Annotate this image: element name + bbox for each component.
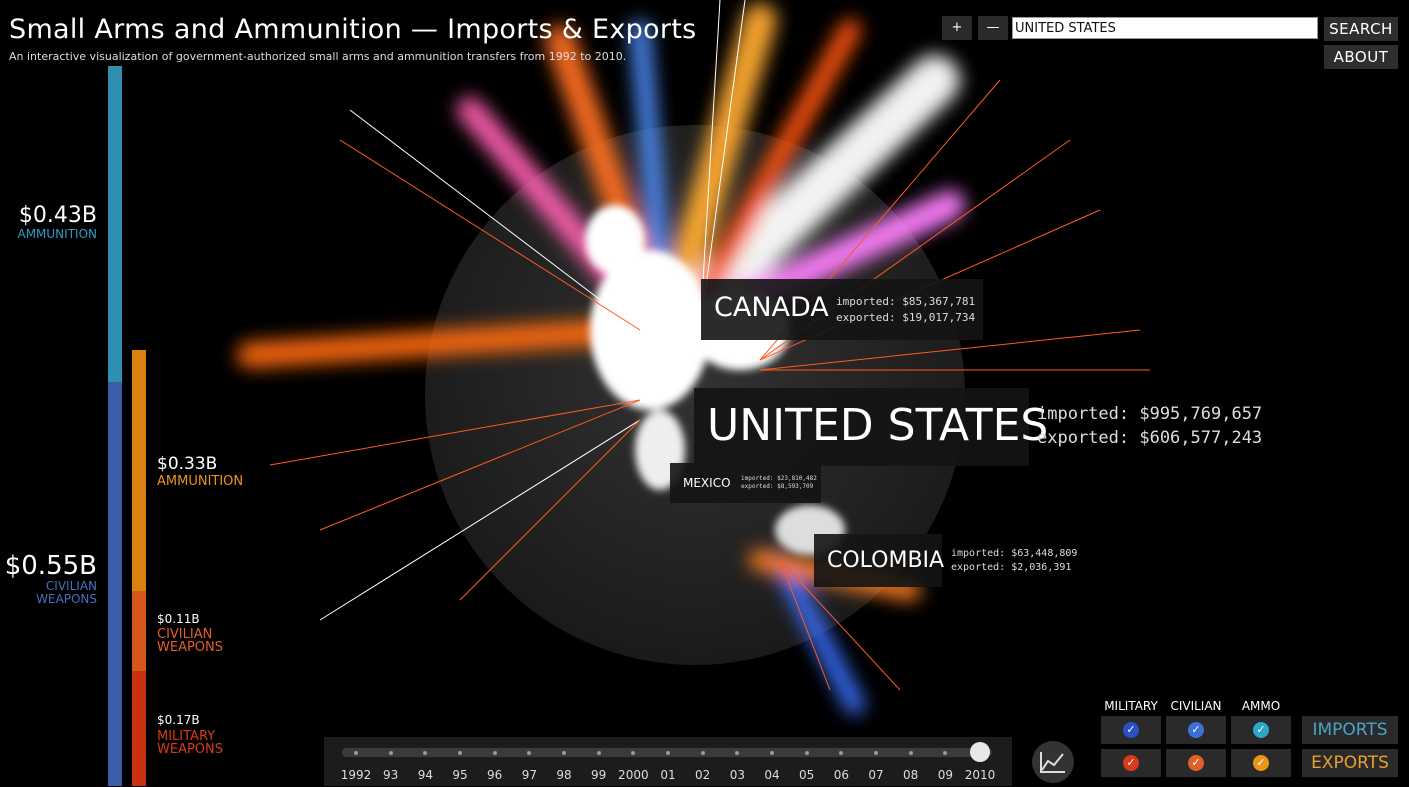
timeline-year-label[interactable]: 08 [903,768,918,782]
timeline-year-label[interactable]: 93 [383,768,398,782]
colombia-imported: imported: $63,448,809 [951,548,1078,559]
colombia-exported: exported: $2,036,391 [951,562,1072,573]
timeline-year-label[interactable]: 03 [730,768,745,782]
check-icon: ✓ [1123,722,1139,738]
country-label-canada[interactable]: CANADA imported: $85,367,781 exported: $… [701,279,983,340]
country-exported: exported: $8,593,709 [741,483,814,490]
filter-exports-civilian[interactable]: ✓ [1166,749,1226,777]
timeline-tick[interactable] [354,751,358,755]
zoom-out-button[interactable]: — [978,16,1008,40]
exports-civilian-value: $0.11B [157,612,200,626]
timeline-tick[interactable] [562,751,566,755]
imports-civilian-bar[interactable] [108,382,122,786]
country-name: UNITED STATES [707,400,1049,451]
zoom-in-button[interactable]: + [942,16,972,40]
imports-civilian-value: $0.55B [4,551,97,581]
country-name: COLOMBIA [827,548,945,573]
country-name: CANADA [714,292,829,323]
imports-button[interactable]: IMPORTS [1302,716,1398,744]
check-icon: ✓ [1188,722,1204,738]
timeline-year-label[interactable]: 06 [834,768,849,782]
timeline-tick[interactable] [666,751,670,755]
about-button[interactable]: ABOUT [1324,45,1398,69]
filter-col-ammo: AMMO [1241,699,1281,713]
country-label-united-states[interactable]: UNITED STATES [694,388,1048,466]
country-imported: imported: $23,810,482 [741,475,817,482]
chart-toggle-button[interactable] [1032,741,1074,783]
timeline-year-label[interactable]: 94 [418,768,433,782]
imports-ammunition-bar[interactable] [108,66,122,382]
timeline-year-label[interactable]: 02 [695,768,710,782]
timeline-year-label[interactable]: 98 [556,768,571,782]
exports-military-label-2: WEAPONS [157,742,224,757]
timeline-tick[interactable] [908,751,913,755]
exports-civilian-label-2: WEAPONS [157,640,224,655]
filter-imports-civilian[interactable]: ✓ [1166,716,1226,744]
timeline-year-label[interactable]: 95 [452,768,467,782]
check-icon: ✓ [1253,722,1269,738]
timeline-tick[interactable] [874,751,878,755]
timeline-year-label[interactable]: 09 [938,768,953,782]
check-icon: ✓ [1188,755,1204,771]
imports-civilian-label-2: WEAPONS [36,592,97,606]
timeline-year-label[interactable]: 1992 [341,768,372,782]
exports-ammunition-label: AMMUNITION [157,474,244,489]
check-icon: ✓ [1123,755,1139,771]
timeline-year-label[interactable]: 2000 [618,768,649,782]
imports-ammunition-label: AMMUNITION [17,227,97,241]
page-title: Small Arms and Ammunition — Imports & Ex… [9,14,697,45]
timeline-tick[interactable] [770,751,774,755]
timeline-year-label[interactable]: 01 [660,768,675,782]
page-subtitle: An interactive visualization of governme… [9,50,627,63]
timeline-year-label[interactable]: 07 [868,768,883,782]
timeline-tick[interactable] [492,751,497,755]
line-chart-icon [1040,752,1065,773]
exports-civilian-bar[interactable] [132,591,146,671]
timeline-year-label[interactable]: 05 [799,768,814,782]
timeline-handle[interactable] [970,742,990,762]
check-icon: ✓ [1253,755,1269,771]
filter-col-military: MILITARY [1104,699,1158,713]
country-imported: imported: $85,367,781 [836,295,976,308]
exports-military-bar[interactable] [132,671,146,786]
timeline-year-label[interactable]: 04 [764,768,779,782]
timeline-year-label[interactable]: 99 [591,768,606,782]
timeline-tick[interactable] [596,751,601,755]
imports-ammunition-value: $0.43B [18,203,97,228]
filter-exports-military[interactable]: ✓ [1101,749,1161,777]
country-exported: exported: $19,017,734 [836,311,976,324]
exports-ammunition-bar[interactable] [132,350,146,591]
timeline-tick[interactable] [388,751,393,755]
exports-ammunition-value: $0.33B [157,454,218,474]
filter-exports-ammo[interactable]: ✓ [1231,749,1291,777]
year-timeline[interactable]: 1992 93 94 95 96 97 98 99 2000 01 02 03 04 05 06 07 08 09… [324,737,1012,786]
selected-country-imported: imported: $995,769,657 [1037,404,1263,424]
filter-imports-military[interactable]: ✓ [1101,716,1161,744]
timeline-year-label[interactable]: 97 [522,768,537,782]
selected-country-exported: exported: $606,577,243 [1037,428,1263,448]
filter-imports-ammo[interactable]: ✓ [1231,716,1291,744]
country-label-colombia[interactable]: COLOMBIA [814,534,945,587]
country-search-input[interactable] [1012,17,1318,39]
timeline-year-label[interactable]: 2010 [965,768,996,782]
exports-military-value: $0.17B [157,713,200,727]
filter-col-civilian: CIVILIAN [1170,699,1222,713]
exports-button[interactable]: EXPORTS [1302,749,1398,777]
timeline-year-label[interactable]: 96 [487,768,502,782]
timeline-tick[interactable] [804,751,809,755]
country-label-mexico[interactable]: MEXICO imported: $23,810,482 exported: $… [670,463,821,503]
search-button[interactable]: SEARCH [1324,17,1398,41]
country-name: MEXICO [683,476,731,490]
timeline-tick[interactable] [700,751,705,755]
timeline-tick[interactable] [458,751,462,755]
